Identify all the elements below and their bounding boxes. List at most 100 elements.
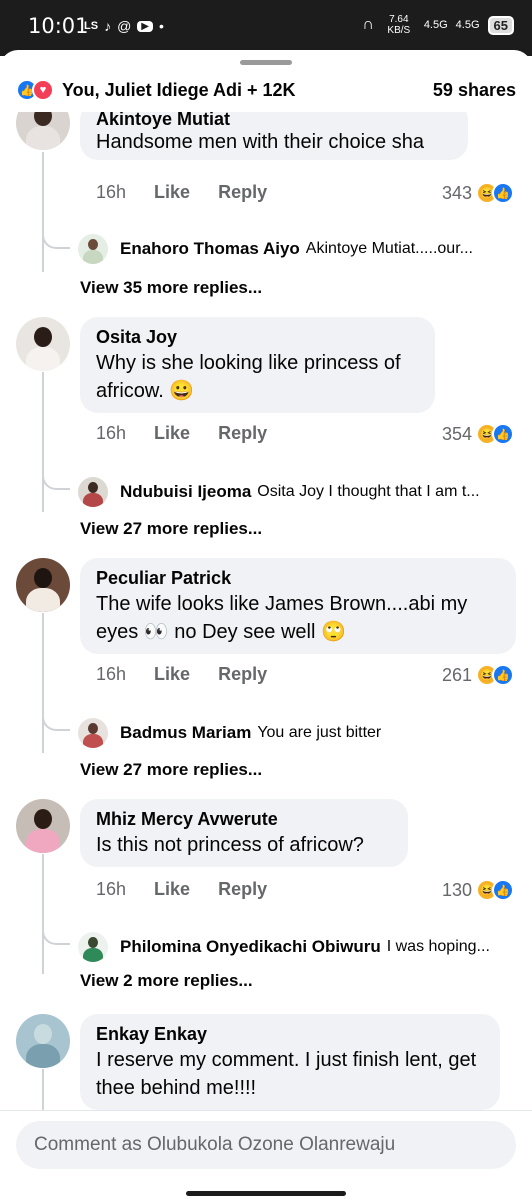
reaction-count[interactable]: 261 😆 👍 [442,664,514,686]
view-more-replies[interactable]: View 2 more replies... [80,971,253,991]
like-button[interactable]: Like [154,664,190,685]
comments-list: Akintoye Mutiat Handsome men with their … [0,112,532,1112]
comment-bubble[interactable]: Peculiar Patrick The wife looks like Jam… [80,558,516,654]
comment-time[interactable]: 16h [96,182,126,203]
status-bar: 10:01 LS ♪ @ ▶ • ∩ 7.64 KB/S 4.5G 4.5G 6… [0,0,532,56]
comment-bubble[interactable]: Mhiz Mercy Avwerute Is this not princess… [80,799,408,867]
comment-time[interactable]: 16h [96,879,126,900]
status-time: 10:01 [28,14,89,38]
reply-avatar [78,718,108,748]
thread-line [42,854,44,974]
thread-elbow [42,229,70,249]
comment-composer-bar: Comment as Olubukola Ozone Olanrewaju [0,1110,532,1200]
reactors-text[interactable]: You, Juliet Idiege Adi + 12K [62,80,296,101]
thread-line [42,372,44,512]
reply-text: You are just bitter [257,724,382,741]
tiktok-icon: ♪ [104,18,112,34]
sheet-grabber[interactable] [240,60,292,65]
reaction-count-value: 343 [441,182,472,203]
thread-line [42,152,44,272]
reaction-count[interactable]: 130 😆 👍 [442,879,514,901]
thread-elbow [42,925,70,945]
comment-author[interactable]: Akintoye Mutiat [96,112,452,128]
comment-bubble[interactable]: Enkay Enkay I reserve my comment. I just… [80,1014,500,1110]
comment-author[interactable]: Peculiar Patrick [96,566,500,590]
comment-actions: 16h Like Reply [96,423,267,444]
reply-preview[interactable]: Badmus Mariam You are just bitter [78,718,518,748]
comment-actions: 16h Like Reply [96,879,267,900]
avatar[interactable] [16,1014,70,1068]
comment-actions: 16h Like Reply [96,182,267,203]
shares-count[interactable]: 59 shares [433,80,516,101]
reply-text: Akintoye Mutiat.....our... [305,240,473,257]
reaction-count[interactable]: 354 😆 👍 [442,423,514,445]
view-more-replies[interactable]: View 35 more replies... [80,278,262,298]
view-more-replies[interactable]: View 27 more replies... [80,760,262,780]
comment-text: Is this not princess of africow? [96,834,364,856]
ls-icon: LS [84,20,99,32]
comment-time[interactable]: 16h [96,664,126,685]
comment-author[interactable]: Osita Joy [96,325,419,349]
like-button[interactable]: Like [154,423,190,444]
avatar[interactable] [16,112,70,150]
comment-text: I reserve my comment. I just finish lent… [96,1049,477,1099]
reply-preview[interactable]: Ndubuisi Ijeoma Osita Joy I thought that… [78,477,518,507]
comment-bubble[interactable]: Osita Joy Why is she looking like prince… [80,317,435,413]
headphones-icon: ∩ [362,16,374,33]
reaction-count-value: 354 [441,423,472,444]
signal-2: 4.5G [455,19,480,31]
reply-author[interactable]: Ndubuisi Ijeoma [120,482,251,502]
dot-icon: • [158,18,164,34]
comment-text: Handsome men with their choice sha [96,131,424,153]
reply-author[interactable]: Enahoro Thomas Aiyo [120,239,300,259]
network-speed: 7.64 KB/S [387,14,411,36]
thread-elbow [42,711,70,731]
reactions-summary[interactable]: 👍 ♥ You, Juliet Idiege Adi + 12K 59 shar… [0,72,532,108]
reply-author[interactable]: Badmus Mariam [120,723,251,743]
like-button[interactable]: Like [154,879,190,900]
avatar[interactable] [16,317,70,371]
reply-avatar [78,477,108,507]
reply-text: Osita Joy I thought that I am t... [257,483,480,500]
comment-input[interactable]: Comment as Olubukola Ozone Olanrewaju [16,1121,516,1169]
reply-avatar [78,234,108,264]
youtube-icon: ▶ [137,20,153,32]
comment-text: The wife looks like James Brown....abi m… [96,593,468,643]
comments-sheet: 👍 ♥ You, Juliet Idiege Adi + 12K 59 shar… [0,50,532,1200]
avatar[interactable] [16,558,70,612]
threads-icon: @ [117,18,132,34]
reaction-icons: 👍 ♥ [16,79,54,101]
comment-bubble[interactable]: Akintoye Mutiat Handsome men with their … [80,112,468,160]
home-indicator[interactable] [186,1191,346,1196]
thread-elbow [42,470,70,490]
reply-preview[interactable]: Enahoro Thomas Aiyo Akintoye Mutiat.....… [78,234,518,264]
reply-button[interactable]: Reply [218,182,267,203]
like-reaction-icon: 👍 [492,182,514,204]
like-reaction-icon: 👍 [492,423,514,445]
like-reaction-icon: 👍 [492,879,514,901]
signal-1: 4.5G [423,19,448,31]
like-button[interactable]: Like [154,182,190,203]
reply-preview[interactable]: Philomina Onyedikachi Obiwuru I was hopi… [78,932,518,962]
battery-icon: 65 [487,15,514,35]
reply-avatar [78,932,108,962]
reply-button[interactable]: Reply [218,879,267,900]
thread-line [42,1069,44,1112]
reply-author[interactable]: Philomina Onyedikachi Obiwuru [120,937,381,957]
like-reaction-icon: 👍 [492,664,514,686]
comment-author[interactable]: Mhiz Mercy Avwerute [96,807,392,831]
reaction-count-value: 261 [441,664,472,685]
comment-time[interactable]: 16h [96,423,126,444]
avatar[interactable] [16,799,70,853]
reply-button[interactable]: Reply [218,423,267,444]
comment-author[interactable]: Enkay Enkay [96,1022,484,1046]
reaction-count[interactable]: 343 😆 👍 [442,182,514,204]
thread-line [42,613,44,753]
reaction-count-value: 130 [441,879,472,900]
status-right: ∩ 7.64 KB/S 4.5G 4.5G 65 [362,14,514,36]
comment-actions: 16h Like Reply [96,664,267,685]
reply-text: I was hoping... [386,938,490,955]
reply-button[interactable]: Reply [218,664,267,685]
comment-text: Why is she looking like princess of afri… [96,352,401,402]
view-more-replies[interactable]: View 27 more replies... [80,519,262,539]
